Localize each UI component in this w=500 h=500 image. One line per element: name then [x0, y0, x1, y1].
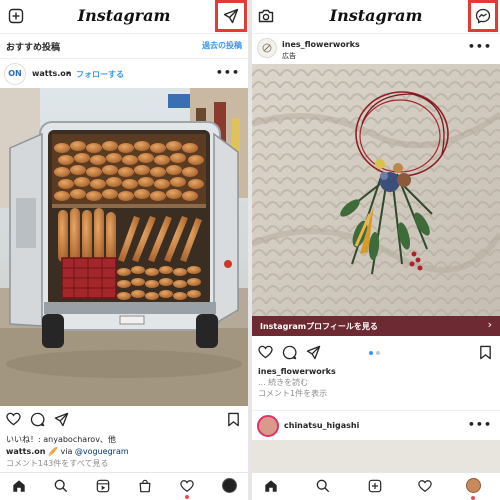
post-caption-area: ines_flowerworks ... 続きを読む コメント1件を表示 — [252, 366, 500, 406]
post-header: ON watts.on • フォローする ••• — [0, 58, 248, 88]
next-post-header: chinatsu_higashi ••• — [252, 410, 500, 440]
avatar[interactable] — [257, 415, 279, 437]
post-username[interactable]: ines_flowerworks — [282, 40, 360, 49]
home-icon[interactable] — [264, 479, 278, 493]
suggested-header: おすすめ投稿 過去の投稿 — [0, 34, 248, 58]
chevron-right-icon: › — [487, 318, 492, 331]
comment-icon[interactable] — [282, 345, 297, 360]
caption-via: via — [60, 447, 73, 456]
post-header: ines_flowerworks 広告 ••• — [252, 34, 500, 64]
sponsored-label: 広告 — [282, 52, 296, 60]
post-actions — [252, 338, 500, 364]
bottom-tab-bar — [252, 472, 500, 500]
carousel-dot-active — [369, 351, 373, 355]
caption-username[interactable]: ines_flowerworks — [258, 366, 500, 377]
post-actions — [0, 406, 248, 432]
search-icon[interactable] — [54, 479, 68, 493]
notification-dot — [185, 495, 189, 499]
home-icon[interactable] — [12, 479, 26, 493]
bottom-tab-bar — [0, 472, 248, 500]
view-comments-link[interactable]: コメント1件を表示 — [258, 388, 500, 399]
cta-label: Instagramプロフィールを見る — [260, 322, 378, 331]
direct-message-icon[interactable] — [223, 8, 239, 24]
profile-avatar[interactable] — [222, 478, 237, 493]
post-image-knit-wreath[interactable] — [252, 64, 500, 316]
suggested-label: おすすめ投稿 — [6, 43, 61, 53]
more-options-icon[interactable]: ••• — [468, 418, 492, 431]
profile-cta-bar[interactable]: Instagramプロフィールを見る › — [252, 316, 500, 336]
save-bookmark-icon[interactable] — [479, 345, 492, 360]
right-screen: Instagram ines_flowerworks 広告 ••• Instag… — [252, 0, 500, 500]
left-screen: Instagram おすすめ投稿 過去の投稿 ON watts.on • フォロ… — [0, 0, 248, 500]
avatar-logo-text: ON — [8, 69, 22, 78]
more-options-icon[interactable]: ••• — [216, 66, 240, 79]
reels-icon[interactable] — [96, 479, 110, 493]
avatar[interactable]: ON — [4, 63, 26, 85]
top-bar: Instagram — [0, 0, 248, 34]
baguette-emoji: 🥖 — [47, 447, 58, 456]
messenger-icon[interactable] — [475, 8, 491, 24]
search-icon[interactable] — [316, 479, 330, 493]
notification-dot — [471, 496, 475, 500]
comment-icon[interactable] — [30, 412, 45, 427]
app-logo: Instagram — [329, 6, 423, 25]
view-comments-link[interactable]: コメント143件をすべて見る — [6, 458, 248, 470]
activity-heart-icon[interactable] — [180, 479, 194, 493]
past-posts-link[interactable]: 過去の投稿 — [202, 40, 242, 51]
share-icon[interactable] — [54, 412, 69, 427]
like-heart-icon[interactable] — [258, 345, 273, 359]
post-caption-area: いいね！: anyabocharov、他 watts.on 🥖 via @vog… — [0, 434, 248, 474]
share-icon[interactable] — [306, 345, 321, 360]
follow-button[interactable]: フォローする — [76, 69, 124, 80]
caption-username[interactable]: watts.on — [6, 447, 45, 456]
avatar[interactable] — [257, 38, 277, 58]
profile-avatar[interactable] — [466, 478, 481, 493]
separator-dot: • — [66, 69, 71, 78]
read-more-link[interactable]: ... 続きを読む — [258, 377, 500, 388]
top-bar: Instagram — [252, 0, 500, 34]
more-options-icon[interactable]: ••• — [468, 40, 492, 53]
shop-icon[interactable] — [138, 479, 152, 493]
app-logo: Instagram — [77, 6, 171, 25]
caption-mention[interactable]: @voguegram — [75, 447, 129, 456]
save-bookmark-icon[interactable] — [227, 412, 240, 427]
new-post-icon[interactable] — [368, 479, 382, 493]
likes-line[interactable]: いいね！: anyabocharov、他 — [6, 434, 248, 446]
like-heart-icon[interactable] — [6, 412, 21, 426]
post-image-baguette-van[interactable] — [0, 88, 248, 406]
post-username[interactable]: chinatsu_higashi — [284, 421, 359, 430]
activity-heart-icon[interactable] — [418, 479, 432, 493]
next-post-image[interactable] — [252, 440, 500, 472]
caption: watts.on 🥖 via @voguegram — [6, 446, 248, 458]
carousel-dot — [376, 351, 380, 355]
